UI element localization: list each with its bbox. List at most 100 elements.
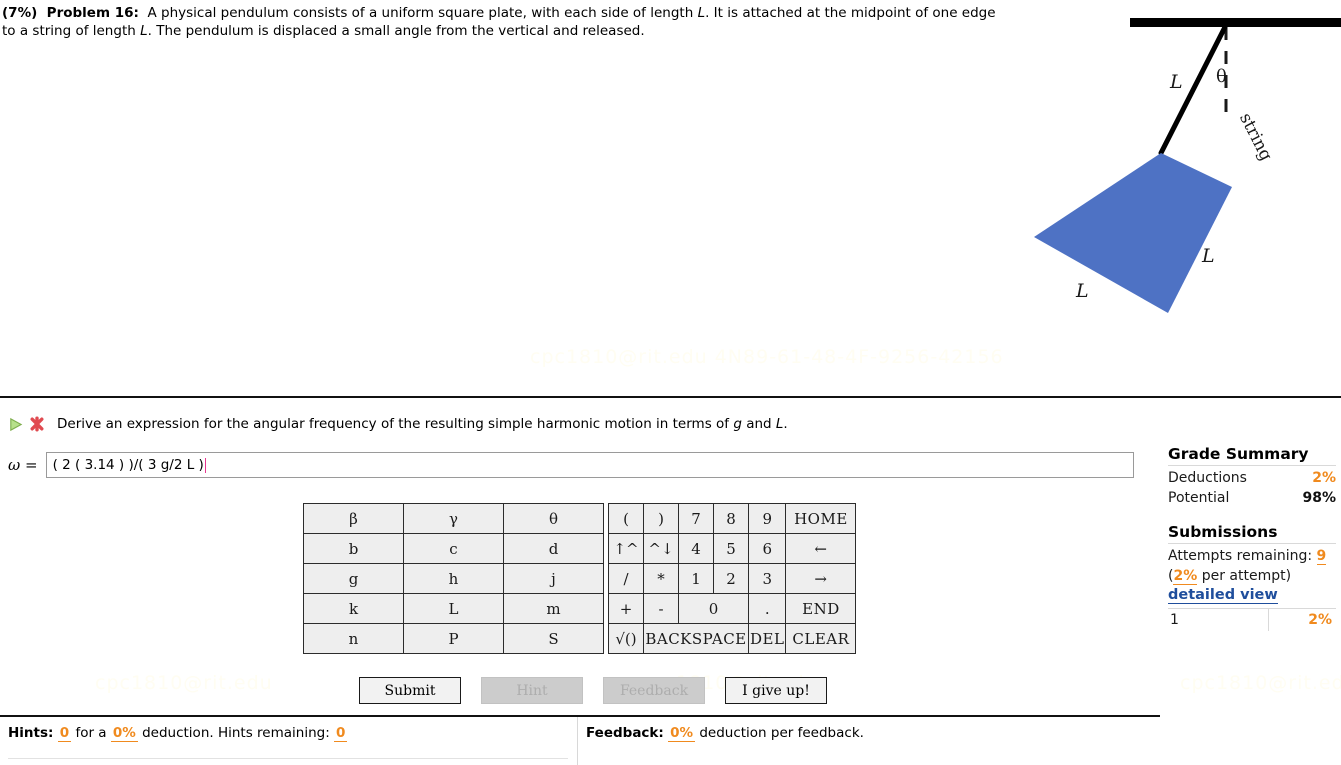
per-attempt-row: (2% per attempt)	[1168, 566, 1336, 586]
key-arrow-left[interactable]: ←	[785, 533, 857, 564]
pendulum-figure: L θ string L L	[1020, 0, 1341, 330]
potential-value: 98%	[1302, 490, 1336, 507]
key-g[interactable]: g	[303, 563, 404, 594]
question-text: Derive an expression for the angular fre…	[57, 416, 788, 432]
submissions-title: Submissions	[1168, 522, 1278, 541]
keypad-letter-row: n P S	[303, 623, 604, 654]
action-buttons: Submit Hint Feedback I give up!	[359, 677, 827, 704]
detailed-view-link[interactable]: detailed view	[1168, 587, 1278, 605]
ceiling-bar	[1130, 18, 1341, 27]
key-open-paren[interactable]: (	[608, 503, 644, 534]
problem-statement: (7%) Problem 16: A physical pendulum con…	[2, 5, 1002, 41]
key-backspace[interactable]: BACKSPACE	[643, 623, 749, 654]
key-m[interactable]: m	[503, 593, 604, 624]
hints-count: 0	[57, 725, 72, 742]
key-sqrt[interactable]: √()	[608, 623, 644, 654]
red-x-incorrect-icon	[29, 416, 45, 432]
key-n[interactable]: n	[303, 623, 404, 654]
key-7[interactable]: 7	[678, 503, 714, 534]
per-attempt-text: per attempt)	[1197, 567, 1292, 584]
key-j[interactable]: j	[503, 563, 604, 594]
omega-label: ω =	[8, 456, 38, 474]
feedback-label: Feedback:	[586, 725, 664, 741]
problem-var-L-2: L	[140, 22, 148, 39]
answer-input-value: ( 2 ( 3.14 ) )/( 3 g/2 L )	[52, 457, 204, 473]
hints-deduction-text: deduction. Hints remaining:	[142, 725, 330, 741]
give-up-button[interactable]: I give up!	[725, 677, 827, 704]
question-row: Derive an expression for the angular fre…	[8, 416, 1148, 432]
problem-body-3: . The pendulum is displaced a small angl…	[147, 22, 645, 39]
keypad-letter-row: b c d	[303, 533, 604, 564]
watermark-email-c: cpc1810@rit.edu	[1180, 672, 1341, 694]
keypad-num-row: ↑^ ^↓ 4 5 6 ←	[608, 533, 857, 564]
section-divider-top	[0, 396, 1341, 398]
attempts-row: Attempts remaining: 9	[1168, 546, 1336, 566]
label-L-string: L	[1169, 71, 1183, 93]
key-gamma[interactable]: γ	[403, 503, 504, 534]
key-minus[interactable]: -	[643, 593, 679, 624]
key-4[interactable]: 4	[678, 533, 714, 564]
key-c[interactable]: c	[403, 533, 504, 564]
grade-summary-panel: Grade Summary Deductions 2% Potential 98…	[1168, 445, 1336, 632]
key-divide[interactable]: /	[608, 563, 644, 594]
hints-feedback-bar: Hints: 0 for a 0% deduction. Hints remai…	[0, 717, 1160, 765]
deductions-label: Deductions	[1168, 470, 1247, 486]
keypad-numeric: ( ) 7 8 9 HOME ↑^ ^↓ 4 5 6 ← / * 1 2 3 →…	[608, 503, 857, 654]
hints-deduction: 0%	[110, 725, 138, 742]
key-k[interactable]: k	[303, 593, 404, 624]
table-row: 1 2%	[1168, 609, 1336, 632]
answer-input[interactable]: ( 2 ( 3.14 ) )/( 3 g/2 L )	[45, 452, 1134, 478]
hints-cell: Hints: 0 for a 0% deduction. Hints remai…	[0, 717, 578, 765]
key-clear[interactable]: CLEAR	[785, 623, 857, 654]
key-L[interactable]: L	[403, 593, 504, 624]
feedback-button: Feedback	[603, 677, 705, 704]
watermark-email-a: cpc1810@rit.edu	[95, 672, 273, 694]
problem-body-1: A physical pendulum consists of a unifor…	[147, 5, 698, 21]
feedback-cell: Feedback: 0% deduction per feedback.	[578, 717, 1160, 765]
attempts-value: 9	[1316, 547, 1327, 565]
hints-for-a: for a	[75, 725, 107, 741]
key-plus[interactable]: +	[608, 593, 644, 624]
hints-remaining: 0	[334, 725, 348, 742]
key-exponent-up[interactable]: ↑^	[608, 533, 644, 564]
label-string: string	[1235, 110, 1276, 165]
key-6[interactable]: 6	[747, 533, 787, 564]
key-1[interactable]: 1	[678, 563, 714, 594]
key-beta[interactable]: β	[303, 503, 404, 534]
key-S[interactable]: S	[503, 623, 604, 654]
key-end[interactable]: END	[785, 593, 857, 624]
feedback-deduction-text: deduction per feedback.	[699, 725, 864, 741]
keypad-num-row: √() BACKSPACE DEL CLEAR	[608, 623, 857, 654]
key-del[interactable]: DEL	[747, 623, 787, 654]
key-9[interactable]: 9	[747, 503, 787, 534]
keypad-num-row: / * 1 2 3 →	[608, 563, 857, 594]
key-multiply: *	[643, 563, 679, 594]
play-triangle-icon[interactable]	[8, 417, 23, 432]
keypad-letter-row: β γ θ	[303, 503, 604, 534]
key-h[interactable]: h	[403, 563, 504, 594]
deductions-row: Deductions 2%	[1168, 468, 1336, 488]
key-8[interactable]: 8	[713, 503, 749, 534]
key-theta[interactable]: θ	[503, 503, 604, 534]
label-L-bottom: L	[1075, 280, 1089, 302]
label-theta: θ	[1216, 66, 1227, 87]
key-b[interactable]: b	[303, 533, 404, 564]
key-home[interactable]: HOME	[785, 503, 857, 534]
key-3[interactable]: 3	[747, 563, 787, 594]
key-5[interactable]: 5	[713, 533, 749, 564]
math-keypad: β γ θ b c d g h j k L m n P S () 7 8 9 …	[303, 503, 857, 654]
grade-spacer	[1168, 509, 1336, 523]
key-d[interactable]: d	[503, 533, 604, 564]
key-P[interactable]: P	[403, 623, 504, 654]
potential-row: Potential 98%	[1168, 488, 1336, 508]
keypad-letter-row: k L m	[303, 593, 604, 624]
key-arrow-right[interactable]: →	[785, 563, 857, 594]
key-0[interactable]: 0	[678, 593, 749, 624]
question-var-g: g	[733, 416, 742, 432]
attempts-label: Attempts remaining:	[1168, 547, 1313, 564]
potential-label: Potential	[1168, 490, 1230, 507]
key-decimal[interactable]: .	[747, 593, 787, 624]
grade-rule-2	[1168, 542, 1336, 544]
submit-button[interactable]: Submit	[359, 677, 461, 704]
key-2[interactable]: 2	[713, 563, 749, 594]
